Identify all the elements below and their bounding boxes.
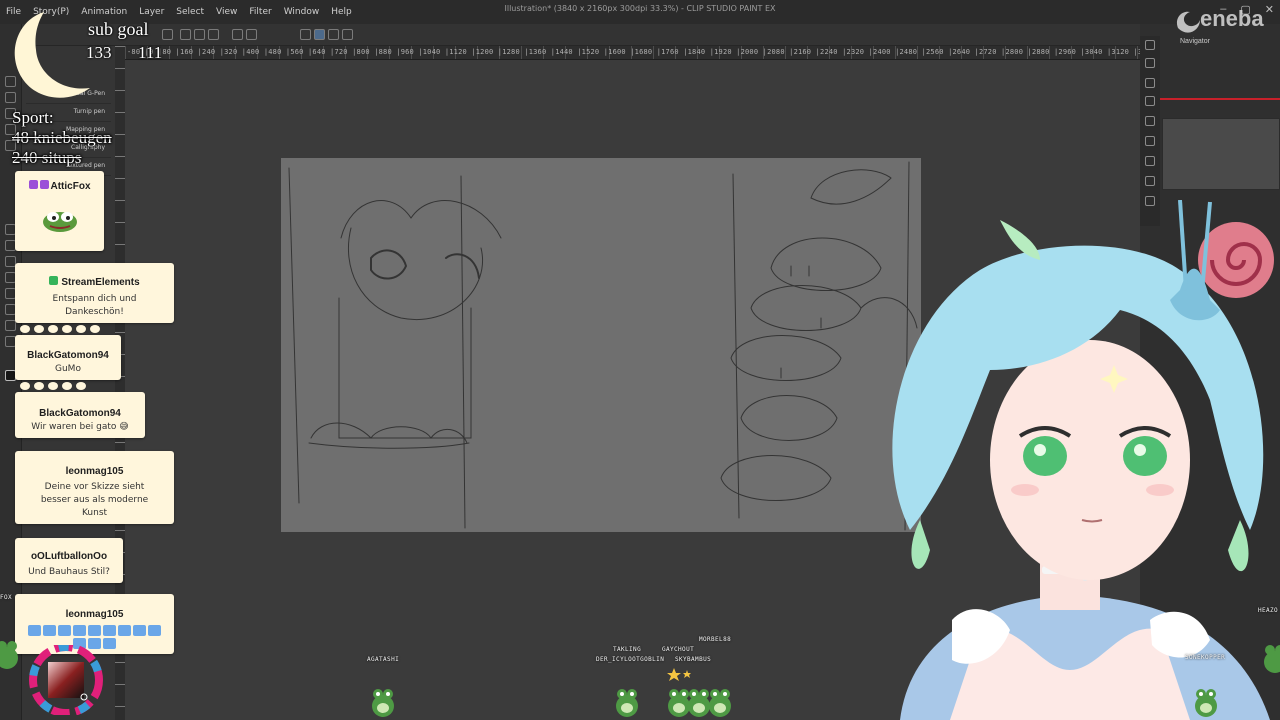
chat-username: BlackGatomon94 [27, 350, 109, 361]
snap-icon[interactable] [314, 29, 325, 40]
sub-goal-target: 111 [138, 43, 163, 62]
viewer-name: HEAZO [1258, 607, 1279, 614]
emote-icon [103, 625, 116, 636]
frog-avatar-icon [709, 689, 731, 717]
chat-username: StreamElements [61, 277, 140, 288]
ruler-labels: -80 |0 |80 |160 |240 |320 |400 |480 |560… [127, 48, 1140, 56]
search-icon[interactable] [1145, 40, 1155, 50]
color-icon[interactable] [1145, 156, 1155, 166]
frog-avatar-icon [372, 689, 394, 717]
emote-icon [28, 625, 41, 636]
chat-message: oOLuftballonOo Und Bauhaus Stil? [15, 538, 123, 583]
chat-text: Deine vor Skizze sieht besser aus als mo… [40, 482, 149, 518]
sketch-drawing [288, 161, 918, 531]
clear-icon[interactable] [246, 29, 257, 40]
sub-goal-label: sub goal [88, 19, 149, 39]
ruler-icon[interactable] [300, 29, 311, 40]
sport-line-squats: 48 kniebeugen [12, 128, 112, 147]
frog-avatar-icon [1195, 689, 1217, 717]
drawing-canvas[interactable] [281, 158, 921, 532]
frog-avatar-icon [1264, 645, 1280, 673]
pen-icon[interactable] [328, 29, 339, 40]
chat-separator [20, 325, 100, 333]
emote-icon [58, 625, 71, 636]
viewer-name: FOX [0, 594, 13, 601]
emote-icon [148, 625, 161, 636]
frog-avatar-icon [616, 689, 638, 717]
chat-username: leonmag105 [65, 466, 124, 477]
chat-username: AtticFox [50, 181, 91, 192]
emote-icon [73, 625, 86, 636]
eneba-logo-icon [1176, 11, 1200, 33]
chat-message: AtticFox [15, 171, 104, 251]
eneba-logo: eneba [1200, 6, 1264, 31]
viewer-name: DER_ICYLOOTGOBLIN [596, 656, 665, 663]
chat-username: oOLuftballonOo [30, 551, 108, 562]
navigator-preview[interactable] [1162, 118, 1280, 190]
brush-size-icon[interactable] [1145, 136, 1155, 146]
viewer-name: AGATASHI [367, 656, 400, 663]
sport-line-situps: 240 situps [12, 148, 82, 167]
chat-text: Entspann dich und Dankeschön! [52, 294, 137, 317]
chat-username: leonmag105 [65, 609, 124, 620]
chat-text-content: Wir waren bei gato [31, 422, 117, 432]
star-icon [667, 668, 691, 681]
layer-icon[interactable] [1145, 78, 1155, 88]
grin-emoji-icon: 😅 [119, 422, 129, 432]
viewer-name: MORBEL88 [699, 636, 732, 643]
chat-username: BlackGatomon94 [39, 408, 121, 419]
chat-text: Und Bauhaus Stil? [28, 567, 110, 577]
viewer-name: TAKLING [613, 646, 642, 653]
gear-icon[interactable] [1145, 176, 1155, 186]
emote-icon [88, 625, 101, 636]
close-icon[interactable]: ✕ [1265, 3, 1274, 16]
window-title: Illustration* (3840 x 2160px 300dpi 33.3… [504, 4, 776, 13]
horizontal-ruler: -80 |0 |80 |160 |240 |320 |400 |480 |560… [125, 46, 1140, 60]
check-icon [49, 276, 59, 286]
panel-icon-column [1140, 36, 1160, 226]
vtuber-avatar [892, 200, 1274, 720]
new-file-icon[interactable] [162, 29, 173, 40]
pepe-emote-icon [42, 212, 77, 232]
chat-message: leonmag105 Deine vor Skizze sieht besser… [15, 451, 174, 524]
sport-goals: Sport: 48 kniebeugen 240 situps [12, 108, 112, 168]
moon-icon [14, 12, 91, 98]
chat-text: Wir waren bei gato 😅 [15, 421, 145, 434]
redo-icon[interactable] [194, 29, 205, 40]
emote-icon [118, 625, 131, 636]
emote-icon [43, 625, 56, 636]
history-icon[interactable] [1145, 96, 1155, 106]
viewer-name: SKYBAMBUS [675, 656, 712, 663]
properties-icon[interactable] [1145, 116, 1155, 126]
chat-text: GuMo [55, 364, 81, 374]
vip-badge-icon [39, 180, 49, 190]
chat-separator [20, 382, 86, 390]
undo-icon[interactable] [180, 29, 191, 40]
settings-icon[interactable] [208, 29, 219, 40]
viewer-name: GAYCHOUT [662, 646, 695, 653]
chat-message: BlackGatomon94 GuMo [15, 335, 121, 380]
chat-message: StreamElements Entspann dich und Dankesc… [15, 263, 174, 323]
text-tool-icon[interactable] [5, 320, 16, 331]
sub-badge-icon [28, 180, 38, 190]
fill-icon[interactable] [232, 29, 243, 40]
divider-line [1160, 98, 1280, 100]
emote-icon [133, 625, 146, 636]
frog-avatar-icon [0, 641, 18, 669]
material-icon[interactable] [1145, 58, 1155, 68]
chat-message: BlackGatomon94 Wir waren bei gato 😅 [15, 392, 145, 438]
tab-navigator[interactable]: Navigator [1180, 38, 1210, 45]
grid-icon[interactable] [342, 29, 353, 40]
color-wheel[interactable] [20, 645, 112, 715]
sub-goal-current: 133 [86, 43, 112, 62]
viewer-name: SONEKOPPER [1185, 654, 1226, 661]
command-toolbar [0, 24, 1280, 46]
sport-title: Sport: [12, 108, 54, 127]
stream-screen: File Story(P) Animation Layer Select Vie… [0, 0, 1280, 720]
